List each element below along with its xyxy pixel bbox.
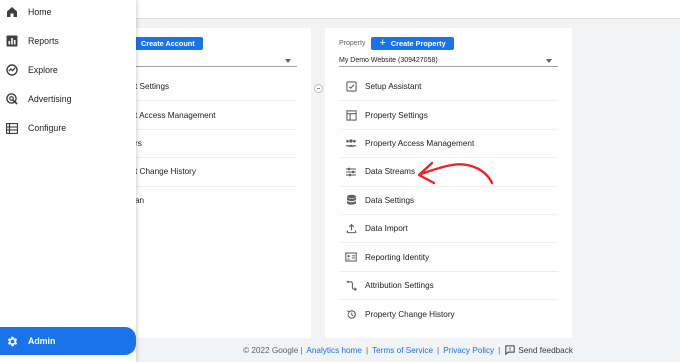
create-property-button[interactable]: + Create Property — [371, 36, 454, 50]
account-header: Create Account — [133, 35, 297, 51]
gear-icon — [5, 334, 19, 348]
data-import-item[interactable]: Data Import — [339, 215, 558, 244]
caret-down-icon — [546, 58, 552, 63]
terms-of-service-link[interactable]: Terms of Service — [372, 346, 433, 355]
upload-icon — [345, 223, 357, 235]
data-streams-item[interactable]: Data Streams — [339, 158, 558, 187]
sidebar-item-home[interactable]: Home — [0, 1, 136, 23]
advertising-icon — [5, 92, 19, 106]
property-selected-value: My Demo Website (309427058) — [339, 57, 438, 64]
property-menu-list: Setup Assistant Property Settings Proper… — [325, 73, 572, 329]
account-selector[interactable] — [133, 55, 297, 67]
property-access-management-item[interactable]: Property Access Management — [339, 130, 558, 159]
sidebar-item-reports[interactable]: Reports — [0, 30, 136, 52]
feedback-icon — [505, 345, 515, 355]
send-feedback-button[interactable]: Send feedback — [505, 345, 573, 355]
setup-assistant-item[interactable]: Setup Assistant — [339, 73, 558, 102]
layout-icon — [345, 109, 357, 121]
footer: © 2022 Google | Analytics home | Terms o… — [136, 338, 680, 362]
sidebar-item-configure[interactable]: Configure — [0, 117, 136, 139]
reporting-identity-item[interactable]: Reporting Identity — [339, 243, 558, 272]
streams-icon — [345, 166, 357, 178]
property-label: Property — [339, 39, 366, 47]
checklist-icon — [345, 81, 357, 93]
property-settings-item[interactable]: Property Settings — [339, 101, 558, 130]
sidebar-item-advertising[interactable]: Advertising — [0, 88, 136, 110]
sidebar-item-admin[interactable]: Admin — [0, 327, 136, 355]
id-card-icon — [345, 251, 357, 263]
history-icon — [345, 308, 357, 320]
property-selector[interactable]: My Demo Website (309427058) — [339, 55, 558, 67]
privacy-policy-link[interactable]: Privacy Policy — [443, 346, 494, 355]
caret-down-icon — [285, 58, 291, 63]
property-column: Property + Create Property My Demo Websi… — [325, 28, 572, 338]
sidebar-item-explore[interactable]: Explore — [0, 59, 136, 81]
reports-icon — [5, 34, 19, 48]
route-icon — [345, 279, 357, 291]
plus-icon: + — [379, 36, 386, 49]
explore-icon — [5, 63, 19, 77]
property-header: Property + Create Property — [339, 35, 558, 51]
sidebar-nav: Home Reports Explore Advertising Configu… — [0, 0, 136, 362]
property-change-history-item[interactable]: Property Change History — [339, 300, 558, 328]
data-settings-item[interactable]: Data Settings — [339, 187, 558, 215]
attribution-settings-item[interactable]: Attribution Settings — [339, 272, 558, 301]
create-account-button[interactable]: Create Account — [133, 36, 203, 50]
configure-icon — [5, 121, 19, 135]
collapse-column-toggle[interactable] — [314, 84, 323, 93]
analytics-home-link[interactable]: Analytics home — [306, 346, 362, 355]
home-icon — [5, 5, 19, 19]
people-icon — [345, 137, 357, 149]
copyright-text: © 2022 Google — [243, 345, 299, 355]
database-icon — [345, 194, 357, 206]
